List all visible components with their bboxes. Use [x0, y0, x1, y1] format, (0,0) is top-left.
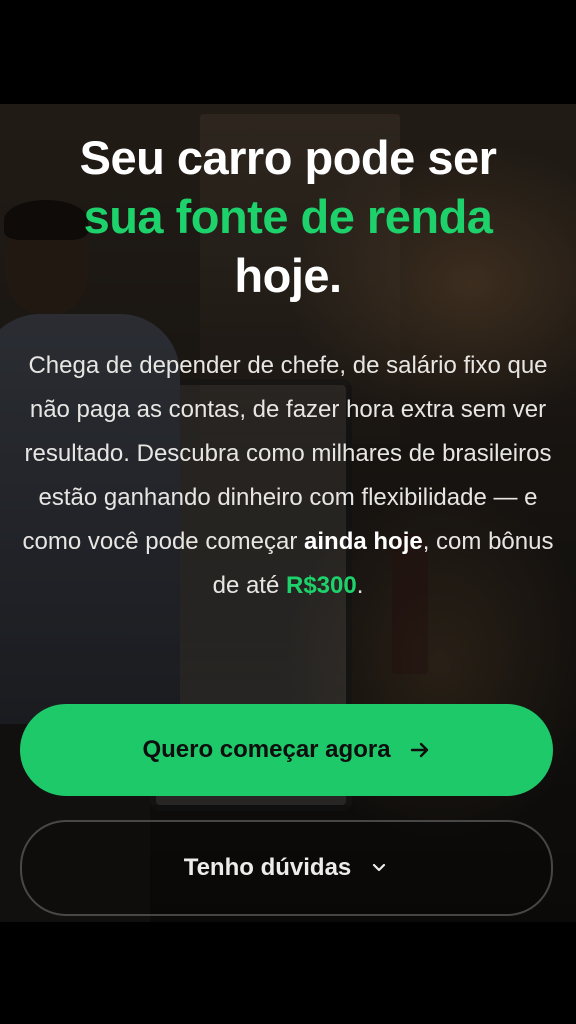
headline-line-2-accent: sua fonte de renda [83, 190, 493, 243]
top-black-bar [0, 0, 576, 104]
description-intro: Chega de depender de chefe, de salário f… [22, 352, 552, 555]
hero-description: Chega de depender de chefe, de salário f… [22, 344, 554, 608]
description-highlight: ainda hoje [304, 528, 423, 555]
hero-headline: Seu carro pode ser sua fonte de renda ho… [20, 128, 556, 305]
headline-line-3: hoje. [234, 249, 342, 302]
questions-button[interactable]: Tenho dúvidas [20, 820, 553, 916]
bonus-amount: R$300 [286, 572, 357, 599]
start-now-label: Quero começar agora [142, 736, 391, 763]
bottom-black-bar [0, 922, 576, 1024]
description-end: . [356, 572, 364, 599]
chevron-down-icon [369, 858, 389, 878]
hero-section: Seu carro pode ser sua fonte de renda ho… [0, 104, 576, 922]
hero-content: Seu carro pode ser sua fonte de renda ho… [0, 104, 576, 922]
arrow-right-icon [409, 739, 431, 761]
questions-label: Tenho dúvidas [183, 854, 352, 881]
headline-line-1: Seu carro pode ser [79, 131, 497, 184]
start-now-button[interactable]: Quero começar agora [20, 704, 553, 796]
